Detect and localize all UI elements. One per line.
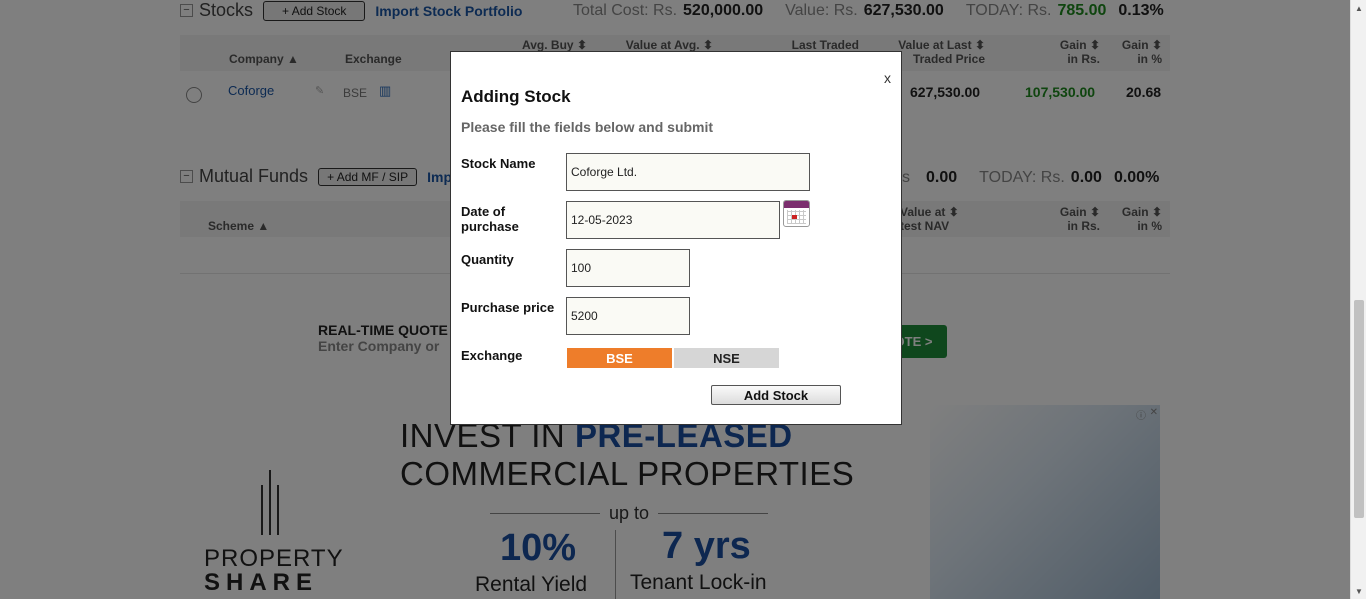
stock-name-input[interactable] — [566, 153, 810, 191]
purchase-price-label: Purchase price — [461, 300, 555, 315]
dialog-subtitle: Please fill the fields below and submit — [461, 119, 714, 135]
exchange-label: Exchange — [461, 348, 523, 363]
close-icon[interactable]: x — [884, 70, 891, 86]
calendar-icon[interactable] — [783, 200, 810, 227]
stock-name-label: Stock Name — [461, 156, 536, 171]
purchase-price-input[interactable] — [566, 297, 690, 335]
date-of-purchase-label: Date of purchase — [461, 204, 519, 234]
date-label-line-1: Date of — [461, 204, 506, 219]
quantity-input[interactable] — [566, 249, 690, 287]
date-label-line-2: purchase — [461, 219, 519, 234]
scroll-down-icon[interactable]: ▼ — [1351, 583, 1366, 599]
date-of-purchase-input[interactable] — [566, 201, 780, 239]
exchange-nse-option[interactable]: NSE — [674, 348, 779, 368]
scroll-thumb[interactable] — [1354, 300, 1364, 518]
scrollbar[interactable]: ▲ ▼ — [1350, 0, 1366, 599]
scroll-up-icon[interactable]: ▲ — [1351, 0, 1366, 16]
exchange-bse-option[interactable]: BSE — [567, 348, 672, 368]
adding-stock-dialog: x Adding Stock Please fill the fields be… — [450, 51, 902, 425]
quantity-label: Quantity — [461, 252, 514, 267]
add-stock-submit-button[interactable]: Add Stock — [711, 385, 841, 405]
dialog-title: Adding Stock — [461, 87, 571, 106]
